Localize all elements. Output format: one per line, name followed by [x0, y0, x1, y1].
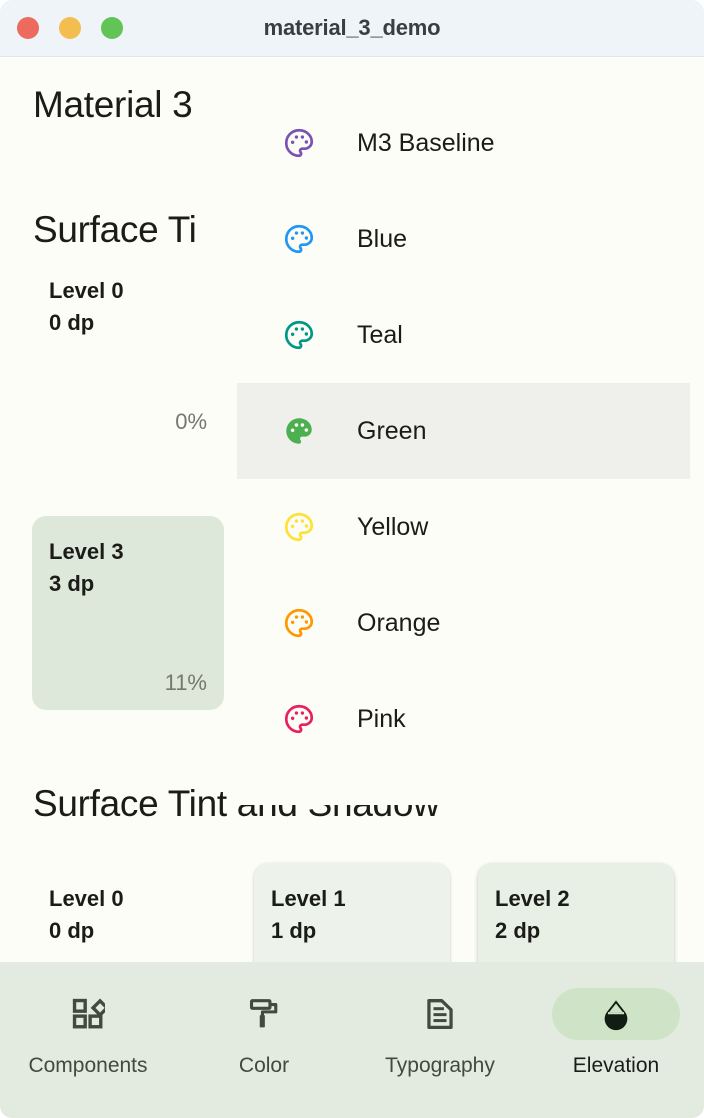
main-content: Material 3 Surface Ti Level 0 0 dp 0% Lev…	[0, 57, 704, 962]
nav-pill	[376, 988, 504, 1040]
elevation-card-level-0-shadow: Level 0 0 dp	[32, 863, 224, 962]
menu-item-label: Pink	[357, 704, 406, 733]
card-percent-label: 0%	[175, 409, 207, 434]
close-button[interactable]	[17, 17, 39, 39]
menu-item-blue[interactable]: Blue	[237, 191, 690, 287]
menu-item-label: Orange	[357, 608, 441, 637]
palette-icon	[279, 507, 319, 547]
menu-item-m3-baseline[interactable]: M3 Baseline	[237, 95, 690, 191]
palette-icon	[279, 603, 319, 643]
app-window: material_3_demo Material 3 Surface Ti Le…	[0, 0, 704, 1118]
palette-icon	[279, 123, 319, 163]
card-level-label: Level 0	[49, 886, 124, 911]
card-level-label: Level 3	[49, 539, 124, 564]
palette-icon	[279, 219, 319, 259]
card-dp-label: 3 dp	[49, 570, 95, 596]
components-grid-icon	[72, 998, 105, 1029]
card-percent-label: 11%	[164, 670, 207, 695]
minimize-button[interactable]	[59, 17, 81, 39]
menu-item-orange[interactable]: Orange	[237, 575, 690, 671]
menu-item-label: Green	[357, 416, 427, 445]
nav-item-label: Elevation	[572, 1054, 660, 1077]
elevation-card-level-2-shadow: Level 2 2 dp	[478, 863, 674, 962]
bottom-navigation-bar: Components Color Typography Elevation	[0, 962, 704, 1118]
card-title: Level 3 3 dp	[49, 536, 124, 600]
card-dp-label: 0 dp	[49, 917, 95, 943]
nav-pill-active	[552, 988, 680, 1040]
theme-color-menu[interactable]: M3 Baseline Blue Teal Green Yellow Orang…	[237, 95, 690, 805]
menu-item-green[interactable]: Green	[237, 383, 690, 479]
nav-pill	[200, 988, 328, 1040]
card-dp-label: 0 dp	[49, 309, 95, 335]
nav-item-typography[interactable]: Typography	[352, 962, 528, 1078]
card-title: Level 2 2 dp	[495, 883, 570, 947]
nav-item-elevation[interactable]: Elevation	[528, 962, 704, 1078]
card-title: Level 0 0 dp	[49, 883, 124, 947]
menu-item-label: Teal	[357, 320, 403, 349]
card-dp-label: 1 dp	[271, 917, 317, 943]
menu-item-label: M3 Baseline	[357, 128, 495, 157]
traffic-light-group	[17, 17, 123, 39]
paint-roller-icon	[249, 999, 278, 1028]
menu-item-teal[interactable]: Teal	[237, 287, 690, 383]
nav-item-label: Components	[28, 1054, 148, 1077]
palette-icon	[279, 411, 319, 451]
card-dp-label: 2 dp	[495, 917, 541, 943]
water-drop-icon	[604, 1000, 628, 1031]
card-level-label: Level 1	[271, 886, 346, 911]
card-level-label: Level 2	[495, 886, 570, 911]
nav-item-label: Typography	[385, 1054, 495, 1077]
card-title: Level 0 0 dp	[49, 275, 124, 339]
document-text-icon	[427, 999, 453, 1029]
palette-icon	[279, 315, 319, 355]
menu-item-label: Yellow	[357, 512, 429, 541]
menu-item-label: Blue	[357, 224, 408, 253]
card-level-label: Level 0	[49, 278, 124, 303]
menu-item-pink[interactable]: Pink	[237, 671, 690, 767]
elevation-card-level-0-tint: Level 0 0 dp 0%	[32, 255, 224, 449]
nav-pill	[24, 988, 152, 1040]
title-bar: material_3_demo	[0, 0, 704, 57]
section-heading-surface-tint: Surface Ti	[33, 209, 197, 250]
menu-item-yellow[interactable]: Yellow	[237, 479, 690, 575]
nav-item-color[interactable]: Color	[176, 962, 352, 1078]
nav-item-label: Color	[238, 1054, 290, 1077]
maximize-button[interactable]	[101, 17, 123, 39]
palette-icon	[279, 699, 319, 739]
elevation-card-level-1-shadow: Level 1 1 dp	[254, 863, 450, 962]
elevation-card-level-3-tint: Level 3 3 dp 11%	[32, 516, 224, 710]
page-title: Material 3	[33, 84, 193, 125]
nav-item-components[interactable]: Components	[0, 962, 176, 1078]
card-title: Level 1 1 dp	[271, 883, 346, 947]
